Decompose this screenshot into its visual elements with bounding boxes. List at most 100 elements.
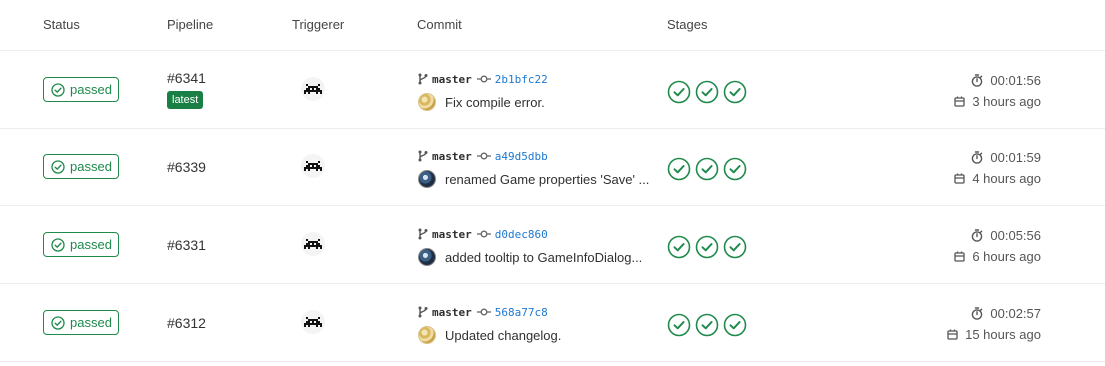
stage-1-passed-icon[interactable] [667,235,691,259]
commit-ref: master 568a77c8 [418,303,548,321]
space-invader-icon [304,239,322,249]
header-status: Status [43,17,80,32]
dark-photo-avatar-icon[interactable] [418,248,436,266]
pipeline-id-link[interactable]: #6341 [167,70,206,86]
duration-text: 00:05:56 [990,228,1041,243]
status-label: passed [70,237,112,252]
timer-icon [972,151,983,164]
pipeline-id-link[interactable]: #6331 [167,237,206,253]
status-badge[interactable]: passed [43,310,119,335]
gold-pattern-avatar-icon[interactable] [418,93,436,111]
table-header: Status Pipeline Triggerer Commit Stages [0,0,1105,51]
latest-badge: latest [167,91,204,109]
branch-link[interactable]: master [432,150,472,163]
branch-link[interactable]: master [432,306,472,319]
triggerer-avatar[interactable] [301,154,325,178]
status-label: passed [70,315,112,330]
timer-icon [972,229,983,242]
pipeline-row: passed #6339 master a49d5dbb renamed Gam… [0,128,1105,206]
branch-link[interactable]: master [432,73,472,86]
finished-time: 6 hours ago [954,249,1041,264]
status-badge[interactable]: passed [43,232,119,257]
commit-ref: master 2b1bfc22 [418,70,548,88]
space-invader-icon [304,161,322,171]
commit-ref: master a49d5dbb [418,147,548,165]
stage-1-passed-icon[interactable] [667,80,691,104]
dark-photo-avatar-icon[interactable] [418,170,436,188]
status-badge[interactable]: passed [43,77,119,102]
commit-message-link[interactable]: added tooltip to GameInfoDialog... [445,250,642,265]
finished-text: 3 hours ago [972,94,1041,109]
stage-3-passed-icon[interactable] [723,313,747,337]
stages-group [667,235,747,259]
commit-icon [476,75,491,83]
header-triggerer: Triggerer [292,17,345,32]
stage-2-passed-icon[interactable] [695,235,719,259]
status-badge[interactable]: passed [43,154,119,179]
triggerer-avatar[interactable] [301,310,325,334]
calendar-icon [954,96,965,107]
pipelines-table: Status Pipeline Triggerer Commit Stages … [0,0,1105,366]
stage-2-passed-icon[interactable] [695,157,719,181]
commit-message-link[interactable]: Updated changelog. [445,328,561,343]
finished-text: 4 hours ago [972,171,1041,186]
header-pipeline: Pipeline [167,17,214,32]
branch-link[interactable]: master [432,228,472,241]
header-commit: Commit [417,17,462,32]
pipeline-row: passed #6312 master 568a77c8 Updated cha… [0,284,1105,362]
status-label: passed [70,82,112,97]
triggerer-avatar[interactable] [301,77,325,101]
commit-sha-link[interactable]: d0dec860 [495,228,548,241]
status-label: passed [70,159,112,174]
branch-icon [418,228,428,240]
finished-text: 15 hours ago [965,327,1041,342]
duration: 00:01:56 [971,73,1041,88]
commit-message-line: Fix compile error. [418,92,668,112]
stage-3-passed-icon[interactable] [723,80,747,104]
finished-time: 4 hours ago [954,171,1041,186]
stage-2-passed-icon[interactable] [695,313,719,337]
stages-group [667,80,747,104]
check-circle-icon [51,237,65,252]
finished-time: 15 hours ago [947,327,1041,342]
commit-icon [476,230,491,238]
triggerer-avatar[interactable] [301,232,325,256]
stage-3-passed-icon[interactable] [723,235,747,259]
commit-sha-link[interactable]: 2b1bfc22 [495,73,548,86]
stage-3-passed-icon[interactable] [723,157,747,181]
pipeline-id-link[interactable]: #6312 [167,315,206,331]
stage-1-passed-icon[interactable] [667,157,691,181]
commit-message-link[interactable]: Fix compile error. [445,95,545,110]
check-circle-icon [51,315,65,330]
commit-message-line: renamed Game properties 'Save' ... [418,169,668,189]
finished-text: 6 hours ago [972,249,1041,264]
commit-icon [476,308,491,316]
duration-text: 00:01:59 [990,150,1041,165]
pipeline-row: passed #6331 master d0dec860 added toolt… [0,206,1105,284]
finished-time: 3 hours ago [954,94,1041,109]
commit-ref: master d0dec860 [418,225,548,243]
commit-sha-link[interactable]: 568a77c8 [495,306,548,319]
pipeline-id-link[interactable]: #6339 [167,159,206,175]
stage-1-passed-icon[interactable] [667,313,691,337]
check-circle-icon [51,159,65,174]
space-invader-icon [304,317,322,327]
gold-pattern-avatar-icon[interactable] [418,326,436,344]
timer-icon [972,307,983,320]
duration-text: 00:02:57 [990,306,1041,321]
branch-icon [418,306,428,318]
timer-icon [972,74,983,87]
stages-group [667,157,747,181]
calendar-icon [954,251,965,262]
commit-message-line: Updated changelog. [418,325,668,345]
header-stages: Stages [667,17,708,32]
duration: 00:05:56 [971,228,1041,243]
branch-icon [418,73,428,85]
duration: 00:02:57 [971,306,1041,321]
stages-group [667,313,747,337]
commit-icon [476,152,491,160]
commit-message-link[interactable]: renamed Game properties 'Save' ... [445,172,649,187]
commit-sha-link[interactable]: a49d5dbb [495,150,548,163]
space-invader-icon [304,84,322,94]
stage-2-passed-icon[interactable] [695,80,719,104]
